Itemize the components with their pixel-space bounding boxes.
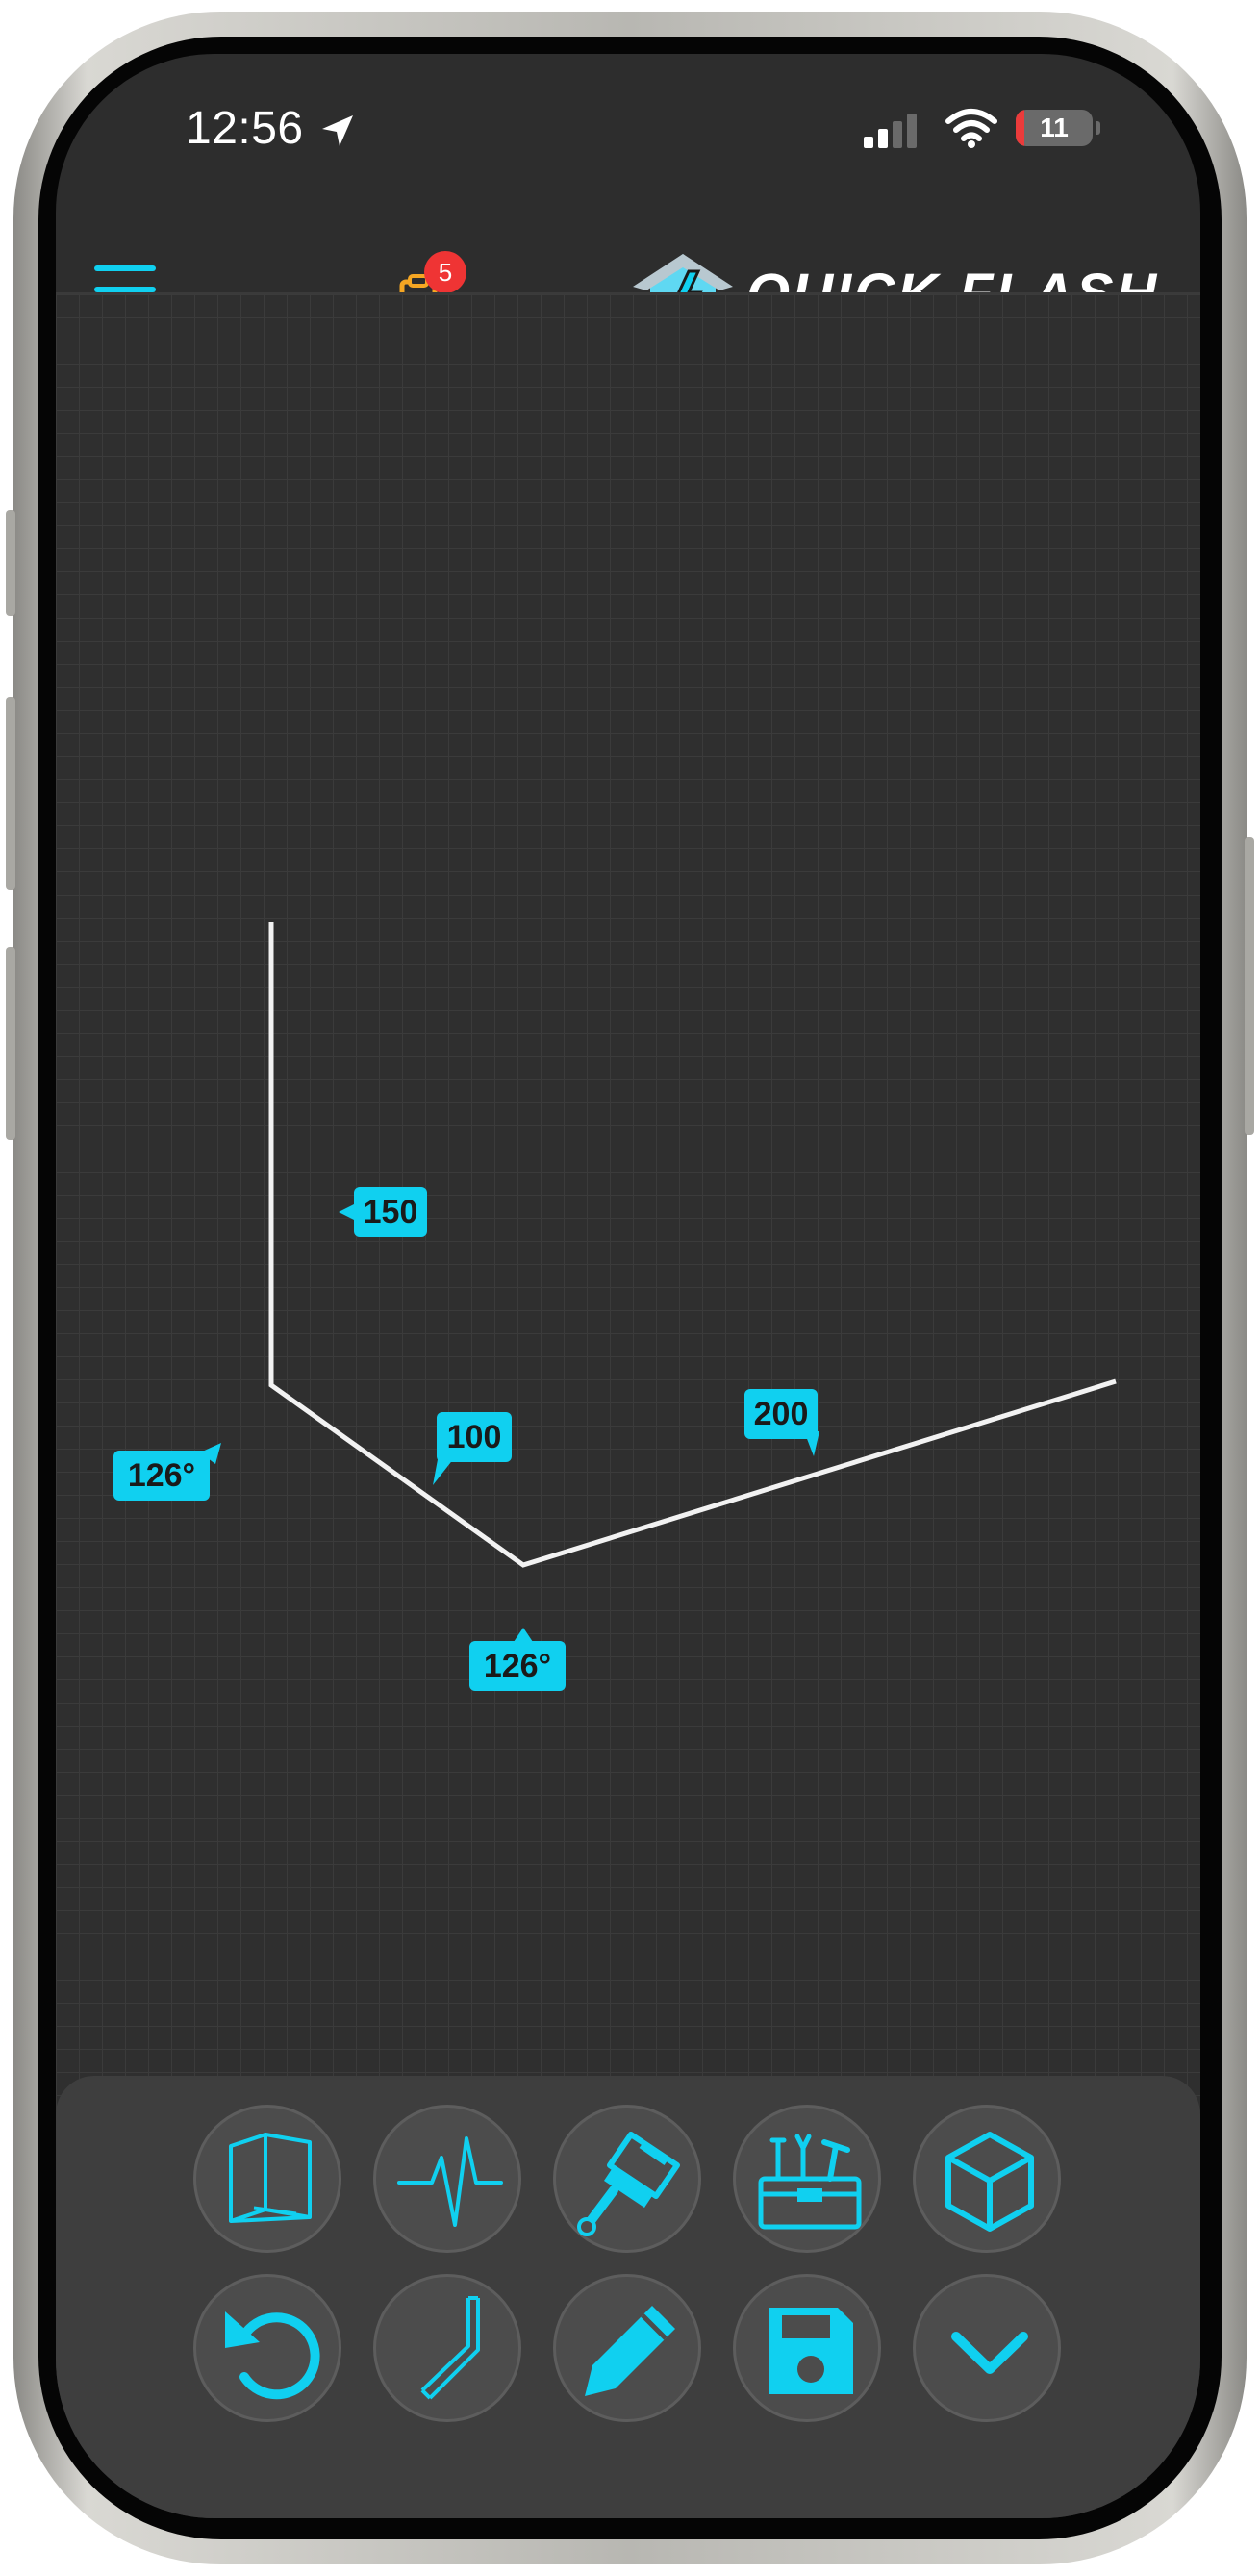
fold-icon	[229, 2133, 312, 2223]
segment-length-text: 200	[744, 1389, 818, 1439]
status-time: 12:56	[186, 103, 304, 154]
angle-text: 126°	[469, 1641, 566, 1691]
save-floppy-icon	[769, 2308, 853, 2394]
segment-length-text: 100	[437, 1412, 512, 1462]
battery-icon: 11	[1016, 110, 1093, 146]
pulse-wave-icon	[397, 2136, 503, 2227]
wifi-icon	[945, 108, 997, 153]
cube-3d-icon	[945, 2132, 1034, 2232]
location-arrow-icon	[318, 112, 357, 155]
battery-cap	[1096, 121, 1100, 135]
drawing-canvas[interactable]: 150 100 200 126° 126°	[56, 294, 1200, 2122]
volume-up-button	[6, 697, 15, 890]
pencil-icon	[585, 2306, 675, 2396]
chevron-down-icon	[951, 2332, 1028, 2374]
angle-text: 126°	[113, 1451, 210, 1501]
save-button[interactable]	[733, 2274, 881, 2422]
power-button	[1245, 837, 1254, 1135]
cellular-signal-icon	[864, 114, 920, 153]
battery-percent: 11	[1040, 113, 1069, 142]
paint-button[interactable]	[553, 2105, 701, 2253]
bend-button[interactable]	[373, 2274, 521, 2422]
tools-button[interactable]	[733, 2105, 881, 2253]
3d-view-button[interactable]	[913, 2105, 1061, 2253]
tasks-badge: 5	[424, 251, 466, 293]
bottom-toolbar	[56, 2076, 1200, 2518]
bend-profile-icon	[420, 2296, 480, 2400]
action-button	[6, 510, 15, 616]
flashing-profile-drawing	[268, 922, 1117, 1568]
edit-button[interactable]	[553, 2274, 701, 2422]
toolbox-icon	[758, 2134, 862, 2230]
paint-brush-icon	[577, 2132, 680, 2236]
profile-wave-button[interactable]	[373, 2105, 521, 2253]
collapse-toolbar-button[interactable]	[913, 2274, 1061, 2422]
fold-button[interactable]	[193, 2105, 341, 2253]
app-screen: 12:56 11 5 150 100 200 126° 126°	[56, 54, 1200, 2518]
volume-down-button	[6, 947, 15, 1140]
segment-length-text: 150	[354, 1187, 427, 1237]
undo-button[interactable]	[193, 2274, 341, 2422]
undo-icon	[225, 2311, 320, 2400]
status-bar: 12:56 11	[56, 54, 1200, 208]
